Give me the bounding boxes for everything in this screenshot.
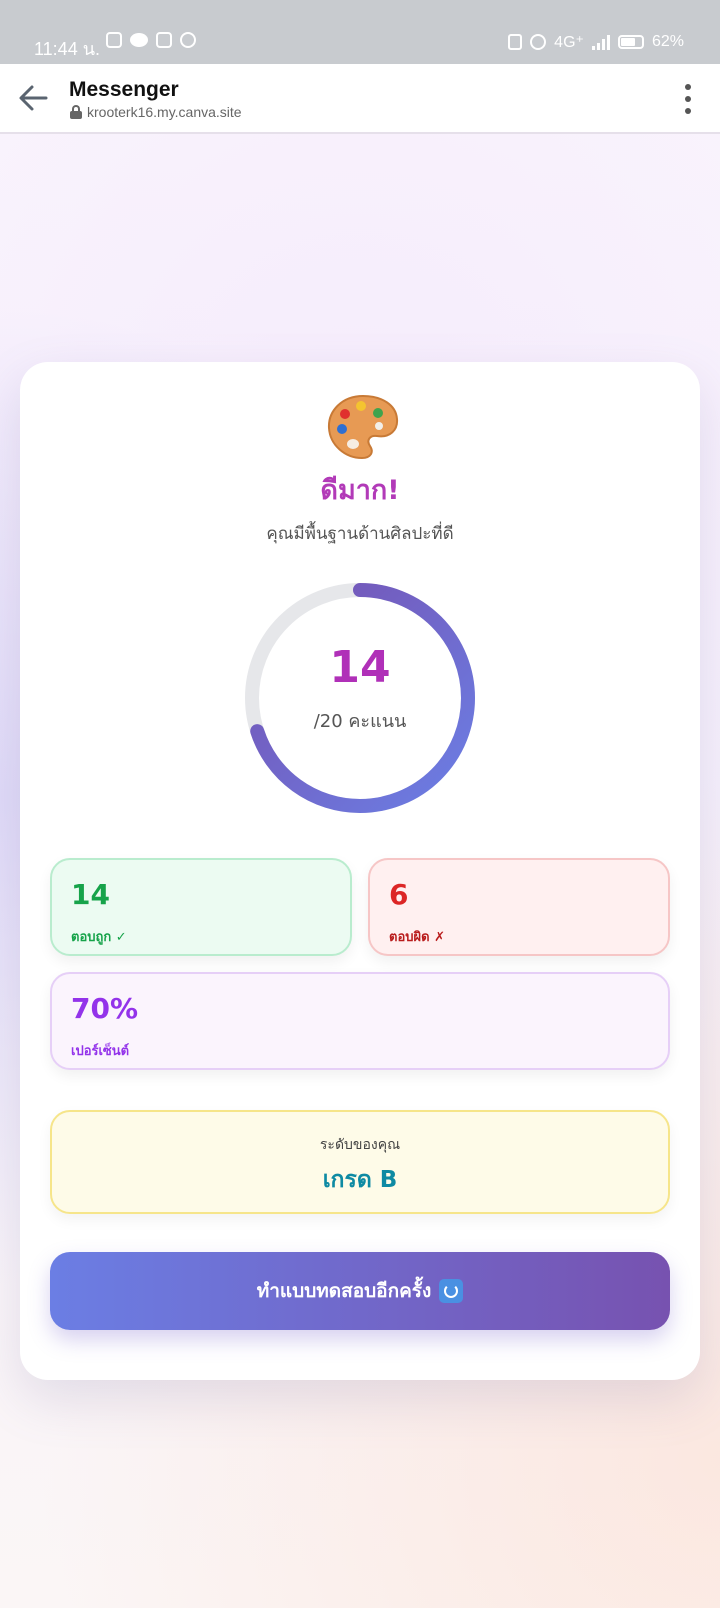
correct-count: 14 bbox=[71, 878, 110, 911]
level-box: ระดับของคุณ เกรด B bbox=[50, 1110, 670, 1214]
score-value: 14 bbox=[329, 642, 391, 693]
result-subtitle: คุณมีพื้นฐานด้านศิลปะที่ดี bbox=[266, 524, 454, 544]
system-icons: 4G⁺ 62% bbox=[508, 32, 684, 52]
retry-quiz-button[interactable]: ทำแบบทดสอบอีกครั้ง bbox=[50, 1252, 670, 1330]
correct-label: ตอบถูก ✓ bbox=[71, 930, 127, 945]
correct-answers-box: 14 ตอบถูก ✓ bbox=[50, 858, 352, 956]
percent-label: เปอร์เซ็นต์ bbox=[71, 1044, 130, 1059]
percent-box: 70% เปอร์เซ็นต์ bbox=[50, 972, 670, 1070]
instagram-icon bbox=[156, 32, 172, 48]
wrong-answers-box: 6 ตอบผิด ✗ bbox=[368, 858, 670, 956]
status-bar: 11:44 น. 4G⁺ 62% bbox=[0, 0, 720, 64]
wrong-count: 6 bbox=[389, 878, 409, 911]
lock-icon bbox=[70, 105, 82, 119]
battery-icon bbox=[617, 35, 644, 49]
wrong-label: ตอบผิด ✗ bbox=[389, 930, 445, 945]
battery-percent: 62% bbox=[651, 33, 684, 50]
status-time: 11:44 น. bbox=[34, 39, 101, 59]
wifi-hotspot-icon bbox=[530, 34, 547, 50]
score-ring: 14 /20 คะแนน bbox=[240, 578, 480, 818]
more-vertical-icon bbox=[685, 84, 691, 90]
result-title: ดีมาก! bbox=[320, 475, 400, 506]
page-content: ดีมาก! คุณมีพื้นฐานด้านศิลปะที่ดี 14 /20… bbox=[0, 134, 720, 1608]
instagram-icon bbox=[106, 32, 122, 48]
back-button[interactable] bbox=[16, 80, 52, 116]
result-card: ดีมาก! คุณมีพื้นฐานด้านศิลปะที่ดี 14 /20… bbox=[20, 362, 700, 1380]
percent-value: 70% bbox=[71, 992, 139, 1025]
level-label: ระดับของคุณ bbox=[319, 1137, 401, 1153]
browser-title: Messenger bbox=[69, 78, 179, 101]
messenger-icon bbox=[130, 33, 148, 47]
browser-header: Messenger krooterk16.my.canva.site bbox=[0, 64, 720, 134]
retry-label: ทำแบบทดสอบอีกครั้ง bbox=[256, 1280, 432, 1302]
url-bar[interactable]: krooterk16.my.canva.site bbox=[70, 104, 242, 120]
hotspot-icon bbox=[180, 32, 196, 48]
score-total: /20 คะแนน bbox=[313, 711, 407, 732]
level-grade: เกรด B bbox=[322, 1167, 398, 1193]
refresh-icon bbox=[439, 1279, 464, 1303]
more-options-button[interactable] bbox=[682, 84, 694, 114]
page-url: krooterk16.my.canva.site bbox=[87, 104, 242, 120]
notification-icons bbox=[106, 32, 196, 48]
network-type: 4G⁺ bbox=[554, 34, 584, 51]
signal-icon bbox=[591, 34, 610, 50]
art-palette-icon bbox=[327, 394, 399, 460]
arrow-left-icon bbox=[19, 85, 48, 111]
vibrate-icon bbox=[508, 34, 523, 50]
